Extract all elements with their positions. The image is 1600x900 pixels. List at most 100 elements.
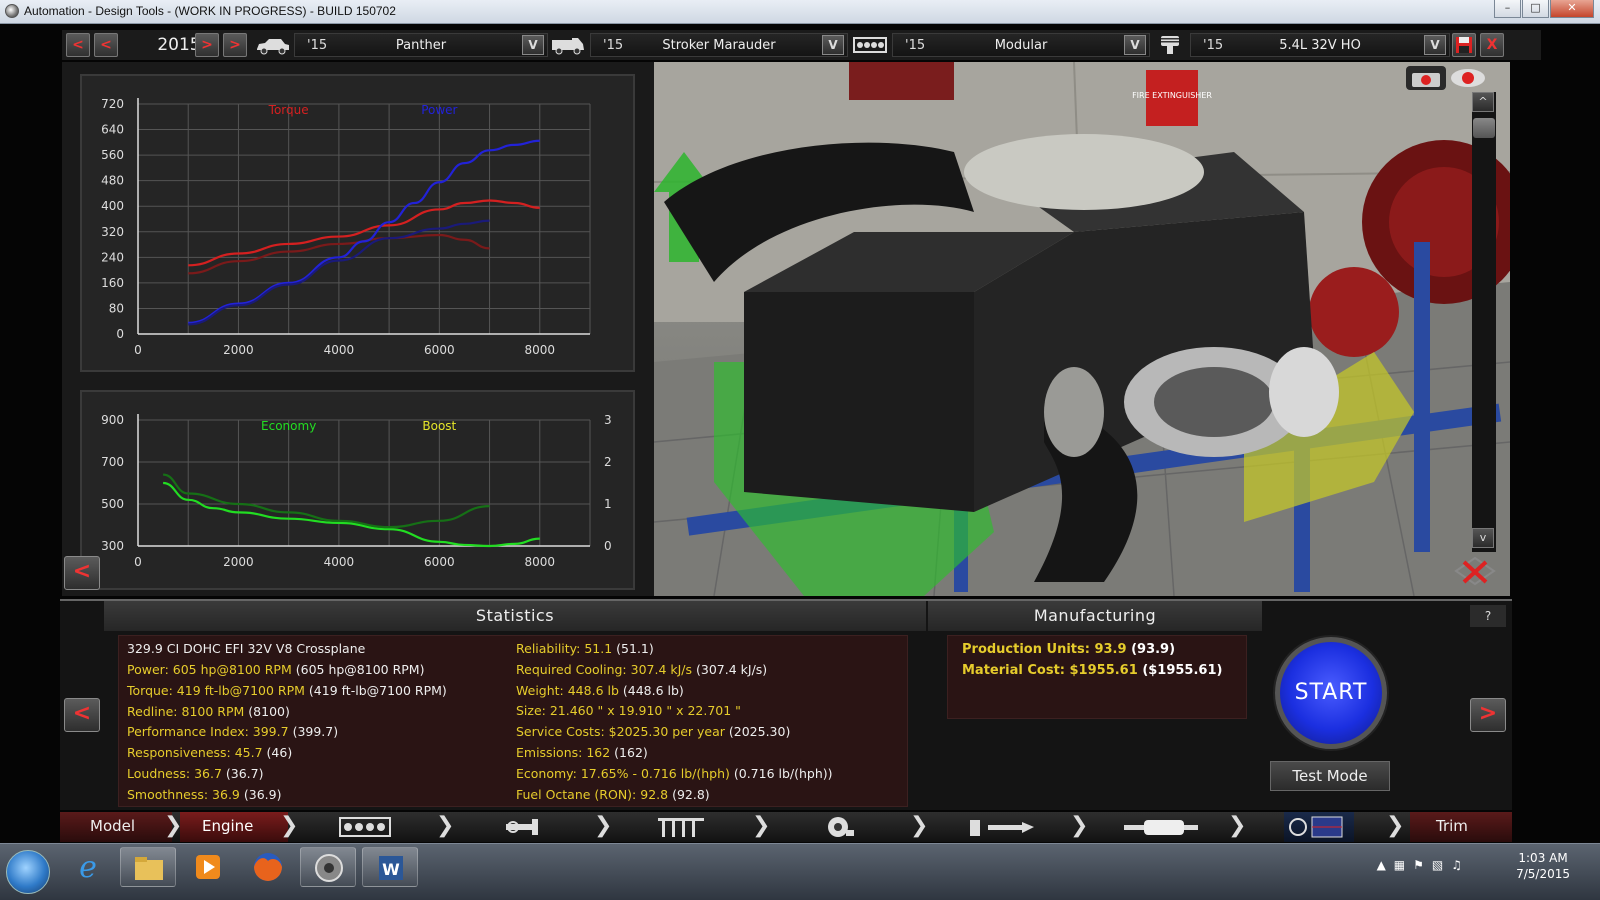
economy-boost-chart-svg: 300 500 700 900 0 1 2 3 0 2000 4000 6000 8000 Economy… — [101, 413, 612, 569]
y-tick-label: 500 — [101, 497, 124, 511]
exhaust-icon — [1124, 820, 1198, 835]
manufacturing-header: Manufacturing — [928, 601, 1262, 631]
manufacturing-list: Production Units: 93.9 (93.9) Material C… — [947, 635, 1247, 719]
zoom-scrollbar[interactable]: ^ v — [1472, 92, 1496, 552]
svg-text:W: W — [382, 860, 400, 879]
y-tick-label: 560 — [101, 148, 124, 162]
zoom-out-button[interactable]: v — [1472, 528, 1494, 548]
platform-dropdown-button[interactable]: V — [522, 35, 544, 55]
engine-block-icon — [339, 817, 391, 837]
taskbar-explorer[interactable] — [120, 847, 176, 887]
charts-panel: 0 80 160 240 320 400 480 560 640 720 0 2000 4000 6000… — [62, 62, 654, 596]
app-icon — [5, 4, 19, 18]
reset-view-icon[interactable] — [1452, 554, 1498, 588]
stat-left-1: Torque: 419 ft-lb@7100 RPM (419 ft-lb@71… — [127, 682, 447, 698]
minimize-button[interactable]: – — [1494, 0, 1521, 18]
nav-bottom-end[interactable] — [504, 812, 544, 842]
platform-selector[interactable]: '15 Panther V — [294, 33, 548, 57]
nav-aspiration[interactable] — [822, 812, 858, 842]
nav-chevron-icon: ❯ — [1386, 813, 1405, 838]
start-button[interactable]: START — [1275, 637, 1387, 749]
zoom-scroll-thumb[interactable] — [1473, 118, 1495, 138]
next-page-button[interactable]: > — [1470, 698, 1506, 732]
engine-3d-viewport[interactable]: FIRE EXTINGUISHER ^ v — [654, 62, 1510, 596]
save-button[interactable] — [1452, 33, 1476, 57]
stat-left-6: Smoothness: 36.9 (36.9) — [127, 786, 282, 802]
nav-chevron-icon: ❯ — [910, 813, 929, 838]
design-nav-bar: Model ❯ Engine ❯ ❯ ❯ ❯ ❯ ❯ ❯ ❯ Trim — [60, 812, 1512, 842]
word-icon: W — [379, 856, 403, 880]
next-decade-button[interactable]: > — [223, 33, 247, 57]
x-tick-label: 2000 — [223, 343, 254, 357]
x-tick-label: 2000 — [223, 555, 254, 569]
test-mode-button[interactable]: Test Mode — [1270, 761, 1390, 791]
model-selector[interactable]: '15 Stroker Marauder V — [590, 33, 848, 57]
nav-exhaust[interactable] — [1122, 812, 1202, 842]
engine-variant-selector[interactable]: '15 5.4L 32V HO V — [1190, 33, 1450, 57]
nav-engine[interactable]: Engine — [180, 812, 288, 842]
y-tick-label: 80 — [109, 301, 124, 315]
legend-torque: Torque — [268, 103, 309, 117]
eye-icon — [1451, 69, 1485, 87]
system-tray[interactable]: ▲▦⚑▧♫ — [1377, 858, 1470, 872]
view-toggle-button[interactable] — [1448, 66, 1488, 90]
firefox-icon — [254, 853, 282, 881]
fuel-system-icon — [970, 820, 1034, 836]
stat-left-0: Power: 605 hp@8100 RPM (605 hp@8100 RPM) — [127, 662, 425, 677]
nav-block[interactable] — [338, 812, 394, 842]
help-button[interactable]: ? — [1470, 605, 1506, 627]
collapse-charts-button[interactable]: < — [64, 556, 100, 590]
y-tick-label: 240 — [101, 250, 124, 264]
stat-right-1: Required Cooling: 307.4 kJ/s (307.4 kJ/s… — [516, 661, 768, 677]
prev-year-button[interactable]: < — [94, 33, 118, 57]
taskbar-media-player[interactable] — [180, 847, 236, 887]
windows-start-button[interactable] — [6, 850, 50, 894]
legend-boost: Boost — [422, 419, 456, 433]
engine-family-name: Modular — [994, 38, 1048, 53]
nav-chevron-icon: ❯ — [594, 813, 613, 838]
engine-variant-name: 5.4L 32V HO — [1279, 38, 1361, 53]
y-right-tick-label: 2 — [604, 455, 612, 469]
engine-variant-dropdown-button[interactable]: V — [1424, 35, 1446, 55]
nav-tuning[interactable] — [1284, 812, 1354, 842]
nav-fuel[interactable] — [968, 812, 1038, 842]
car-icon — [257, 39, 289, 55]
close-design-button[interactable]: X — [1480, 33, 1504, 57]
stat-right-4: Service Costs: $2025.30 per year (2025.3… — [516, 724, 791, 740]
tuning-icon — [1289, 816, 1343, 838]
y-tick-label: 320 — [101, 225, 124, 239]
taskbar-firefox[interactable] — [240, 847, 296, 887]
economy-boost-chart: 300 500 700 900 0 1 2 3 0 2000 4000 6000 8000 Economy… — [80, 390, 635, 590]
app-window: Automation - Design Tools - (WORK IN PRO… — [0, 0, 1600, 900]
stat-left-5: Loudness: 36.7 (36.7) — [127, 766, 264, 781]
taskbar-ie[interactable]: e — [60, 847, 116, 887]
valvetrain-icon — [658, 818, 704, 837]
folder-icon — [135, 857, 163, 880]
nav-trim[interactable]: Trim — [1410, 812, 1512, 842]
stat-right-0: Reliability: 51.1 (51.1) — [516, 641, 654, 656]
taskbar-clock[interactable]: 1:03 AM 7/5/2015 — [1516, 850, 1570, 882]
info-panel: Statistics Manufacturing ? < > 329.9 CI … — [60, 599, 1512, 810]
nav-model[interactable]: Model — [60, 812, 172, 842]
maximize-button[interactable]: □ — [1522, 0, 1549, 18]
x-tick-label: 8000 — [525, 555, 556, 569]
y-tick-label: 300 — [101, 539, 124, 553]
production-units-stat: Production Units: 93.9 (93.9) — [962, 642, 1176, 657]
nav-top-end[interactable] — [656, 812, 706, 842]
engine-family-dropdown-button[interactable]: V — [1124, 35, 1146, 55]
close-window-button[interactable]: ✕ — [1550, 0, 1594, 18]
prev-decade-button[interactable]: < — [66, 33, 90, 57]
engine-family-selector[interactable]: '15 Modular V — [892, 33, 1150, 57]
prev-page-button[interactable]: < — [64, 698, 100, 732]
fire-extinguisher-sign: FIRE EXTINGUISHER — [1132, 91, 1212, 100]
screenshot-button[interactable] — [1406, 66, 1446, 90]
taskbar-word[interactable]: W — [362, 847, 418, 887]
stat-left-3: Performance Index: 399.7 (399.7) — [127, 724, 339, 740]
nav-chevron-icon: ❯ — [280, 813, 299, 838]
next-year-button[interactable]: > — [195, 33, 219, 57]
statistics-header: Statistics — [104, 601, 926, 631]
zoom-in-button[interactable]: ^ — [1472, 92, 1494, 112]
taskbar-automation[interactable] — [300, 847, 356, 887]
model-dropdown-button[interactable]: V — [822, 35, 844, 55]
stat-left-4: Responsiveness: 45.7 (46) — [127, 745, 293, 761]
